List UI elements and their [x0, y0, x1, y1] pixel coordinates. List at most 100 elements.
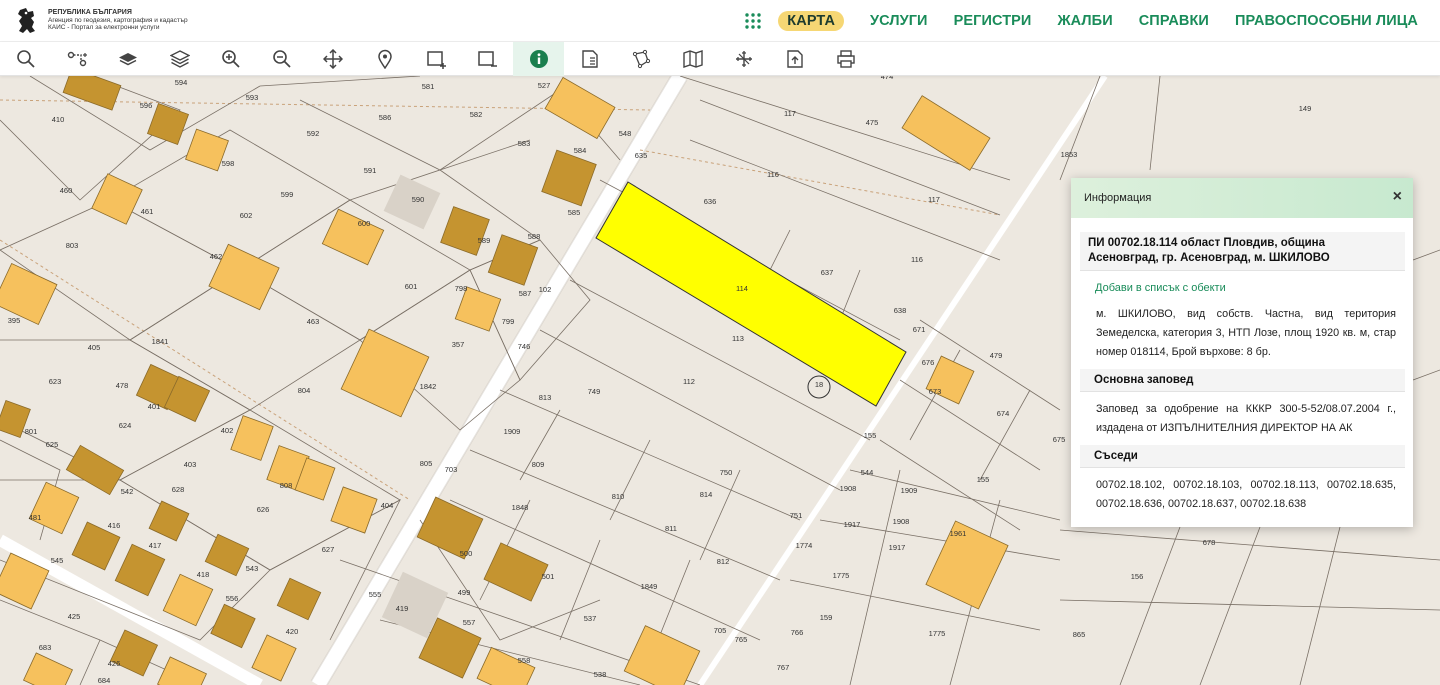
parcel-label: 589 — [478, 236, 491, 245]
parcel-label: 593 — [246, 93, 259, 102]
search-tool[interactable] — [0, 42, 51, 76]
info-icon — [529, 49, 548, 68]
select-rectangle-icon — [427, 50, 447, 69]
parcel-label: 600 — [358, 219, 371, 228]
nav-map[interactable]: КАРТА — [778, 11, 845, 31]
select-rectangle-tool[interactable] — [410, 42, 461, 76]
parcel-label: 405 — [88, 343, 101, 352]
route-icon — [67, 51, 87, 66]
parcel-label: 403 — [184, 460, 197, 469]
parcel-label: 116 — [767, 170, 779, 179]
polygon-tool[interactable] — [616, 42, 667, 76]
parcel-label: 1917 — [844, 520, 861, 529]
parcel-label: 404 — [381, 501, 394, 510]
parcel-label: 703 — [445, 465, 458, 474]
apps-grid-icon[interactable] — [744, 12, 762, 30]
logo-line2: Агенция по геодезия, картография и кадас… — [48, 16, 188, 24]
parcel-label: 113 — [732, 334, 744, 343]
parcel-label: 584 — [574, 146, 587, 155]
nav-references[interactable]: СПРАВКИ — [1139, 13, 1209, 29]
deselect-rectangle-icon — [478, 50, 498, 67]
parcel-label: 746 — [518, 342, 531, 351]
parcel-label: 543 — [246, 564, 259, 573]
pan-tool[interactable] — [308, 42, 359, 76]
zoom-out-tool[interactable] — [256, 42, 307, 76]
parcel-label: 601 — [405, 282, 418, 291]
nav-registers[interactable]: РЕГИСТРИ — [954, 13, 1032, 29]
add-to-list-link[interactable]: Добави в списък с обекти — [1095, 282, 1399, 294]
parcel-label: 117 — [784, 109, 796, 118]
close-icon[interactable]: × — [1393, 189, 1402, 205]
parcel-label: 583 — [518, 139, 531, 148]
export-tool[interactable] — [769, 42, 820, 76]
parcel-label: 558 — [518, 656, 531, 665]
parcel-label: 417 — [149, 541, 162, 550]
parcel-label: 538 — [594, 670, 607, 679]
deselect-rectangle-tool[interactable] — [462, 42, 513, 76]
parcel-label: 461 — [141, 207, 154, 216]
print-tool[interactable] — [821, 42, 872, 76]
nav-complaints[interactable]: ЖАЛБИ — [1057, 13, 1112, 29]
main-nav: КАРТА УСЛУГИ РЕГИСТРИ ЖАЛБИ СПРАВКИ ПРАВ… — [744, 0, 1418, 42]
parcel-label: 114 — [736, 284, 748, 293]
measure-tool[interactable] — [718, 42, 769, 76]
layers-tool[interactable] — [154, 42, 205, 76]
parcel-label: 1841 — [152, 337, 169, 346]
parcel-label: 624 — [119, 421, 132, 430]
document-tool[interactable] — [564, 42, 615, 76]
parcel-label: 102 — [539, 285, 552, 294]
parcel-label: 1849 — [641, 582, 658, 591]
info-tool[interactable] — [512, 41, 565, 76]
parcel-label: 402 — [221, 426, 234, 435]
parcel-label: 673 — [929, 387, 942, 396]
document-icon — [582, 49, 598, 68]
parcel-label: 500 — [460, 549, 473, 558]
selected-parcel-114[interactable] — [595, 181, 907, 407]
parcel-label: 636 — [704, 197, 717, 206]
parcel-label: 602 — [240, 211, 253, 220]
map-tool[interactable] — [667, 42, 718, 76]
order-heading: Основна заповед — [1080, 369, 1405, 392]
parcel-label: 357 — [452, 340, 465, 349]
info-panel-body: ПИ 00702.18.114 област Пловдив, община А… — [1071, 218, 1413, 514]
parcel-label: 419 — [396, 604, 409, 613]
map-toolbar — [0, 41, 1440, 76]
parcel-label: 156 — [1131, 572, 1144, 581]
route-tool[interactable] — [51, 42, 102, 76]
parcel-label: 628 — [172, 485, 185, 494]
parcel-label: 594 — [175, 78, 188, 87]
parcel-label: 1908 — [893, 517, 910, 526]
base-layers-tool[interactable] — [103, 42, 154, 76]
parcel-label: 499 — [458, 588, 471, 597]
parcel-label: 803 — [66, 241, 79, 250]
parcel-label: 809 — [532, 460, 545, 469]
parcel-label: 749 — [588, 387, 601, 396]
zoom-in-tool[interactable] — [205, 42, 256, 76]
parcel-label: 527 — [538, 81, 551, 90]
parcel-label: 416 — [108, 521, 121, 530]
info-panel-header: Информация × — [1071, 178, 1413, 218]
parcel-label: 590 — [412, 195, 425, 204]
parcel-label: 705 — [714, 626, 727, 635]
parcel-label: 463 — [307, 317, 320, 326]
parcel-label: 478 — [116, 381, 129, 390]
parcel-label: 155 — [864, 431, 877, 440]
nav-services[interactable]: УСЛУГИ — [870, 13, 928, 29]
parcel-label: 811 — [665, 524, 677, 533]
parcel-label: 683 — [39, 643, 52, 652]
parcel-label: 798 — [455, 284, 468, 293]
parcel-label: 159 — [820, 613, 833, 622]
layers-outline-icon — [169, 49, 190, 68]
parcel-label: 418 — [197, 570, 210, 579]
parcel-label: 591 — [364, 166, 377, 175]
zoom-in-icon — [222, 49, 240, 68]
map-icon — [682, 49, 703, 68]
location-tool[interactable] — [359, 42, 410, 76]
logo[interactable]: РЕПУБЛИКА БЪЛГАРИЯ Агенция по геодезия, … — [14, 6, 188, 36]
info-panel: Информация × ПИ 00702.18.114 област Плов… — [1071, 178, 1413, 527]
nav-licensed-persons[interactable]: ПРАВОСПОСОБНИ ЛИЦА — [1235, 13, 1418, 29]
parcel-label: 750 — [720, 468, 733, 477]
parcel-label: 804 — [298, 386, 311, 395]
parcel-label: 588 — [528, 232, 541, 241]
parcel-label: 1908 — [840, 484, 857, 493]
